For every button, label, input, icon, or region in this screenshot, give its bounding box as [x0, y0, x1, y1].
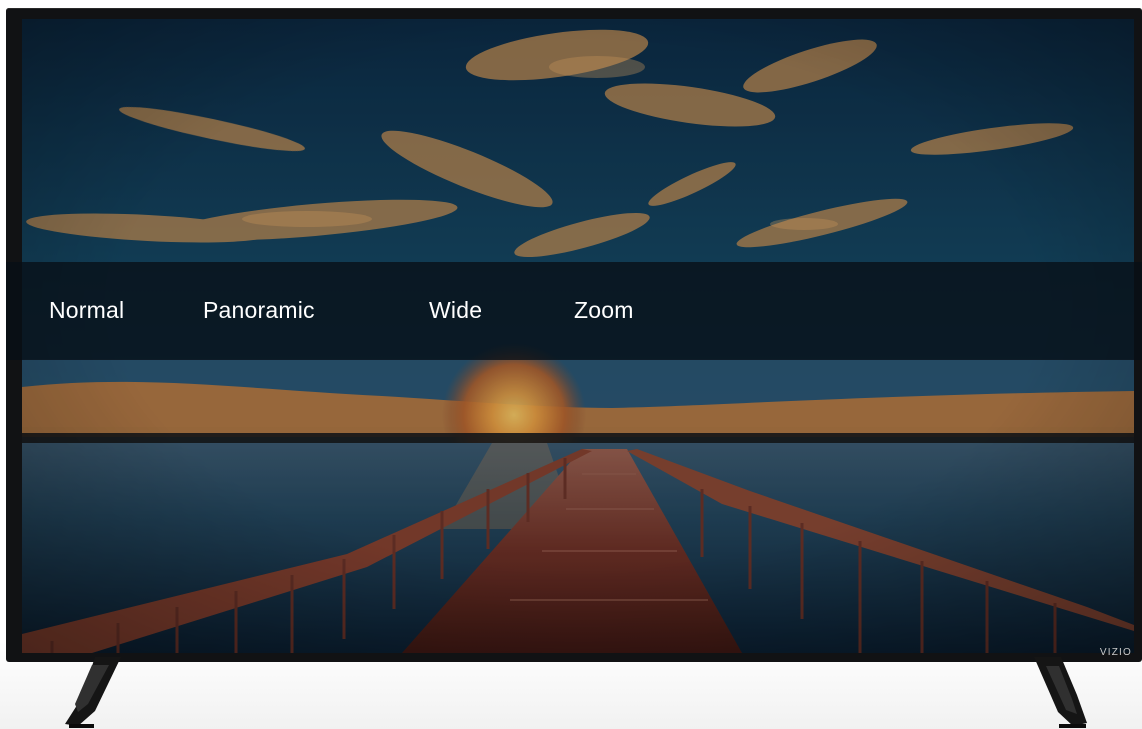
aspect-option-wide[interactable]: Wide [429, 295, 482, 325]
tv-stand-left [65, 657, 121, 728]
aspect-option-panoramic[interactable]: Panoramic [203, 295, 315, 325]
tv-stand-right [1034, 657, 1087, 728]
tv-brand-logo: VIZIO [1099, 647, 1132, 658]
product-photo: Normal Panoramic Wide Zoom VIZIO [0, 0, 1142, 729]
tv-bezel: Normal Panoramic Wide Zoom VIZIO [6, 8, 1142, 662]
aspect-option-zoom[interactable]: Zoom [574, 295, 634, 325]
aspect-ratio-menu: Normal Panoramic Wide Zoom [6, 262, 1142, 360]
aspect-option-normal[interactable]: Normal [49, 295, 124, 325]
